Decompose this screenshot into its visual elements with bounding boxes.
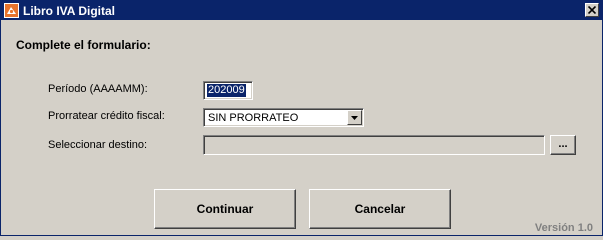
browse-button[interactable]: ...: [550, 135, 576, 155]
close-icon: [588, 6, 596, 14]
destino-input[interactable]: [203, 135, 545, 155]
app-logo-icon: [4, 3, 19, 18]
continuar-button[interactable]: Continuar: [154, 189, 296, 229]
form-heading: Complete el formulario:: [16, 38, 151, 52]
prorratear-selected-value: SIN PRORRATEO: [208, 112, 299, 124]
title-bar[interactable]: Libro IVA Digital: [1, 1, 602, 20]
destino-label: Seleccionar destino:: [48, 139, 148, 151]
chevron-down-icon: [351, 115, 358, 120]
version-label: Versión 1.0: [534, 222, 593, 234]
periodo-label: Período (AAAAMM):: [48, 83, 148, 95]
periodo-input[interactable]: 202009: [203, 81, 253, 100]
dialog-window: Libro IVA Digital Complete el formulario…: [0, 0, 603, 236]
close-button[interactable]: [585, 3, 599, 17]
window-title: Libro IVA Digital: [23, 3, 115, 18]
periodo-value: 202009: [207, 84, 246, 97]
prorratear-select[interactable]: SIN PRORRATEO: [203, 108, 364, 127]
prorratear-label: Prorratear crédito fiscal:: [48, 110, 165, 122]
dropdown-button[interactable]: [347, 110, 362, 125]
cancelar-button[interactable]: Cancelar: [309, 189, 451, 229]
